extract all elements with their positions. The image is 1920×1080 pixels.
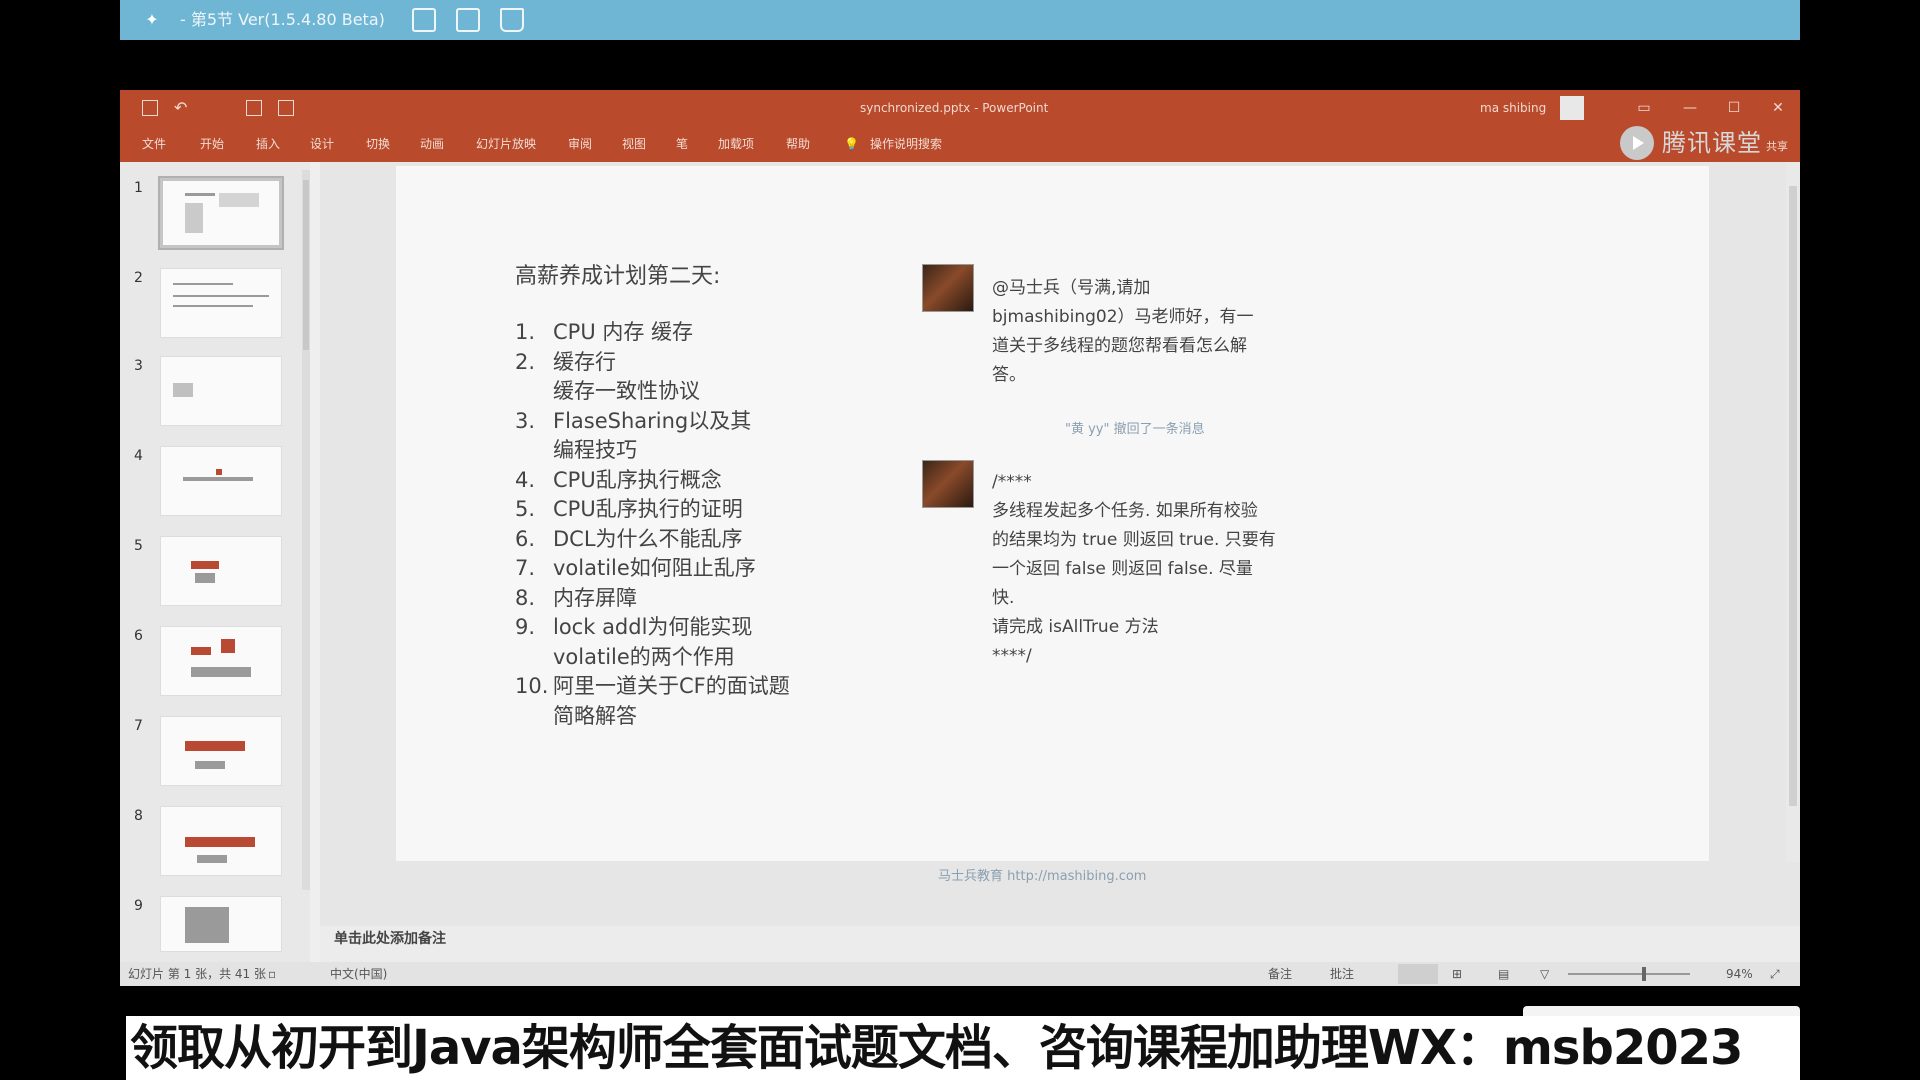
tab-home[interactable]: 开始 (200, 126, 224, 162)
tab-review[interactable]: 审阅 (568, 126, 592, 162)
agenda-item: 7. volatile如何阻止乱序 (515, 556, 756, 580)
comments-button[interactable]: 批注 (1330, 962, 1354, 986)
thumb-number: 4 (134, 448, 143, 464)
user-name[interactable]: ma shibing (1480, 90, 1546, 126)
agenda-item: volatile的两个作用 (553, 645, 735, 669)
slide-thumbnail-4[interactable] (160, 446, 282, 516)
agenda-item: 5. CPU乱序执行的证明 (515, 497, 743, 521)
zoom-level[interactable]: 94% (1726, 962, 1753, 986)
thumb-number: 9 (134, 898, 143, 914)
tab-view[interactable]: 视图 (622, 126, 646, 162)
save-icon[interactable] (142, 100, 158, 116)
normal-view-icon[interactable] (1398, 964, 1438, 984)
title-bar: ↶ synchronized.pptx - PowerPoint ma shib… (120, 90, 1800, 126)
agenda-item: 10. 阿里一道关于CF的面试题 (515, 674, 790, 698)
agenda-item: 1. CPU 内存 缓存 (515, 320, 694, 344)
player-toolbar: ✦ - 第5节 Ver(1.5.4.80 Beta) (120, 0, 1800, 40)
slide-heading: 高薪养成计划第二天: (515, 264, 721, 289)
promo-banner-text: 领取从初开到Java架构师全套面试题文档、咨询课程加助理WX：msb2023 (130, 1020, 1743, 1076)
slide-sorter-icon[interactable]: ⊞ (1452, 962, 1462, 986)
minimize-icon[interactable]: — (1668, 90, 1712, 126)
agenda-item: 缓存一致性协议 (553, 379, 700, 403)
tab-animations[interactable]: 动画 (420, 126, 444, 162)
editor-scrollbar[interactable] (1786, 162, 1800, 862)
slide-thumbnail-7[interactable] (160, 716, 282, 786)
thumb-number: 5 (134, 538, 143, 554)
thumb-number: 2 (134, 270, 143, 286)
undo-icon[interactable]: ↶ (174, 90, 187, 126)
thumb-number: 3 (134, 358, 143, 374)
slide-thumbnail-1[interactable] (158, 176, 284, 250)
avatar[interactable] (1560, 96, 1584, 120)
document-title: synchronized.pptx - PowerPoint (860, 101, 1049, 115)
thumb-number: 8 (134, 808, 143, 824)
thumbnail-scrollbar[interactable] (302, 170, 310, 890)
agenda-item: 8. 内存屏障 (515, 586, 637, 610)
tab-transitions[interactable]: 切换 (366, 126, 390, 162)
thumb-number: 1 (134, 180, 143, 196)
agenda-item: 简略解答 (553, 704, 637, 728)
slide-counter: 幻灯片 第 1 张，共 41 张 (128, 967, 266, 981)
tab-file[interactable]: 文件 (142, 126, 166, 162)
chat-message: /**** 多线程发起多个任务. 如果所有校验 的结果均为 true 则返回 t… (992, 472, 1276, 666)
slide-thumbnail-5[interactable] (160, 536, 282, 606)
tell-me-search[interactable]: 操作说明搜索 (870, 126, 942, 162)
play-icon (1620, 126, 1654, 160)
slideshow-icon[interactable]: ▽ (1540, 962, 1549, 986)
player-title: - 第5节 Ver(1.5.4.80 Beta) (180, 10, 385, 29)
notes-pane[interactable] (320, 926, 1800, 962)
fit-slide-icon[interactable]: ⤢ (1770, 962, 1780, 986)
slide-thumbnail-3[interactable] (160, 356, 282, 426)
tab-pen[interactable]: 笔 (676, 126, 688, 162)
notes-placeholder[interactable]: 单击此处添加备注 (334, 928, 446, 948)
notes-button[interactable]: 备注 (1268, 962, 1292, 986)
reading-view-icon[interactable]: ▤ (1498, 962, 1509, 986)
agenda-item: 2. 缓存行 (515, 350, 616, 374)
slide-thumbnail-8[interactable] (160, 806, 282, 876)
ribbon-display-icon[interactable]: ▭ (1622, 90, 1666, 126)
avatar (922, 264, 974, 312)
thumb-number: 7 (134, 718, 143, 734)
edit-icon[interactable] (412, 8, 436, 32)
thumb-number: 6 (134, 628, 143, 644)
home-icon[interactable] (500, 8, 524, 32)
tab-addins[interactable]: 加载项 (718, 126, 754, 162)
agenda-item: 9. lock addl为何能实现 (515, 615, 753, 639)
share-icon[interactable] (456, 8, 480, 32)
agenda-item: 编程技巧 (553, 438, 637, 462)
chat-message: @马士兵（号满,请加 bjmashibing02）马老师好，有一 道关于多线程的… (992, 278, 1254, 385)
tab-insert[interactable]: 插入 (256, 126, 280, 162)
maximize-icon[interactable]: ☐ (1712, 90, 1756, 126)
powerpoint-window: ↶ synchronized.pptx - PowerPoint ma shib… (120, 90, 1800, 986)
agenda-item: 6. DCL为什么不能乱序 (515, 527, 743, 551)
tab-slideshow[interactable]: 幻灯片放映 (476, 126, 536, 162)
language-indicator[interactable]: 中文(中国) (330, 962, 387, 986)
avatar (922, 460, 974, 508)
slide-thumbnail-2[interactable] (160, 268, 282, 338)
share-button[interactable]: 共享 (1766, 138, 1788, 154)
watermark: 腾讯课堂 共享 (1600, 122, 1800, 162)
recall-notice: "黄 yy" 撤回了一条消息 (1065, 422, 1205, 437)
slide-footer: 马士兵教育 http://mashibing.com (938, 869, 1147, 884)
spellcheck-icon[interactable]: ▫ (268, 962, 276, 986)
slide-thumbnail-6[interactable] (160, 626, 282, 696)
tab-design[interactable]: 设计 (310, 126, 334, 162)
present-icon[interactable] (246, 100, 262, 116)
zoom-slider-handle[interactable] (1642, 967, 1646, 981)
agenda-item: 3. FlaseSharing以及其 (515, 409, 752, 433)
layout-icon[interactable] (278, 100, 294, 116)
lightbulb-icon: 💡 (844, 137, 859, 151)
watermark-text: 腾讯课堂 (1662, 129, 1762, 157)
tab-help[interactable]: 帮助 (786, 126, 810, 162)
agenda-item: 4. CPU乱序执行概念 (515, 468, 722, 492)
close-icon[interactable]: ✕ (1756, 90, 1800, 126)
slide-thumbnail-9[interactable] (160, 896, 282, 952)
logo-icon: ✦ (145, 10, 159, 29)
zoom-slider[interactable] (1568, 973, 1690, 975)
